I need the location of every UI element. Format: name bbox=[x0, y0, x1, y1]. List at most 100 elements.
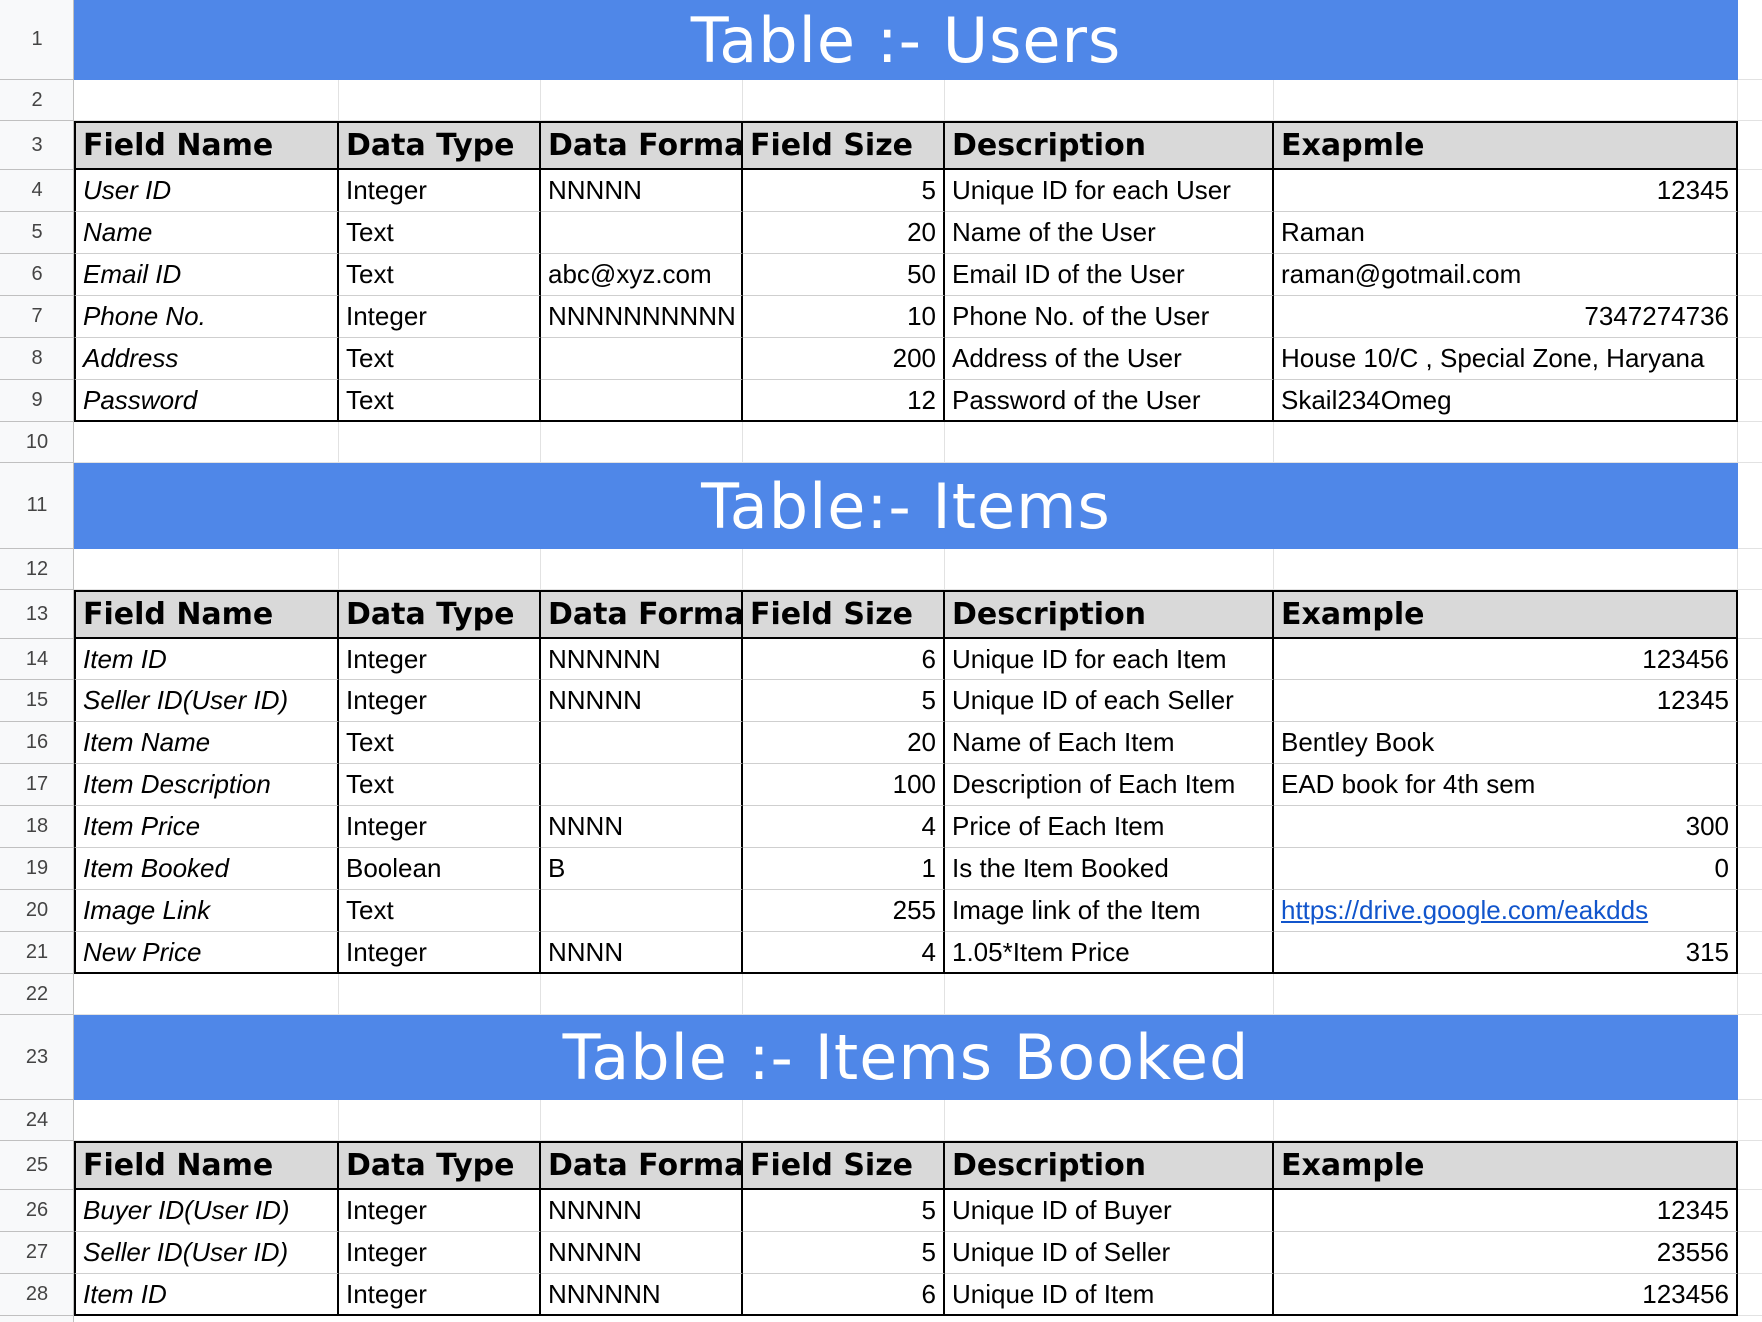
header-cell[interactable]: Exapmle bbox=[1274, 121, 1738, 170]
table-cell[interactable]: abc@xyz.com bbox=[541, 254, 743, 296]
header-cell[interactable]: Field Size bbox=[743, 590, 945, 639]
empty-cell[interactable] bbox=[1738, 1274, 1762, 1316]
table-cell[interactable]: 200 bbox=[743, 338, 945, 380]
empty-cell[interactable] bbox=[74, 422, 339, 463]
empty-cell[interactable] bbox=[743, 549, 945, 590]
header-cell[interactable]: Data Type bbox=[339, 121, 541, 170]
header-cell[interactable]: Description bbox=[945, 1141, 1274, 1190]
row-number[interactable]: 12 bbox=[0, 549, 74, 590]
table-cell[interactable]: Item ID bbox=[74, 639, 339, 680]
table-cell[interactable]: Skail234Omeg bbox=[1274, 380, 1738, 422]
row-number[interactable]: 5 bbox=[0, 212, 74, 254]
row-number[interactable]: 27 bbox=[0, 1232, 74, 1274]
empty-cell[interactable] bbox=[743, 80, 945, 121]
table-cell[interactable]: Unique ID for each User bbox=[945, 170, 1274, 212]
header-cell[interactable]: Field Size bbox=[743, 121, 945, 170]
table-cell[interactable]: Integer bbox=[339, 1190, 541, 1232]
table-cell[interactable]: 0 bbox=[1274, 848, 1738, 890]
row-number[interactable]: 8 bbox=[0, 338, 74, 380]
table-cell[interactable]: Item Name bbox=[74, 722, 339, 764]
table-cell[interactable]: NNNN bbox=[541, 932, 743, 974]
table-cell[interactable]: EAD book for 4th sem bbox=[1274, 764, 1738, 806]
table-cell[interactable]: New Price bbox=[74, 932, 339, 974]
empty-cell[interactable] bbox=[339, 80, 541, 121]
table-cell[interactable]: 4 bbox=[743, 806, 945, 848]
empty-cell[interactable] bbox=[1274, 1100, 1738, 1141]
table-cell[interactable]: NNNNN bbox=[541, 1232, 743, 1274]
empty-cell[interactable] bbox=[945, 1100, 1274, 1141]
table-cell[interactable]: 255 bbox=[743, 890, 945, 932]
table-cell[interactable]: 5 bbox=[743, 1190, 945, 1232]
table-cell[interactable] bbox=[541, 380, 743, 422]
row-number[interactable]: 21 bbox=[0, 932, 74, 974]
table-cell[interactable]: Text bbox=[339, 212, 541, 254]
empty-cell[interactable] bbox=[1738, 639, 1762, 680]
empty-cell[interactable] bbox=[1738, 722, 1762, 764]
table-cell[interactable]: Unique ID of Seller bbox=[945, 1232, 1274, 1274]
header-cell[interactable]: Data Type bbox=[339, 1141, 541, 1190]
table-cell[interactable]: Item Description bbox=[74, 764, 339, 806]
table-cell[interactable]: Text bbox=[339, 890, 541, 932]
table-cell[interactable]: Integer bbox=[339, 639, 541, 680]
table-cell[interactable]: 100 bbox=[743, 764, 945, 806]
table-cell[interactable]: 300 bbox=[1274, 806, 1738, 848]
table-cell[interactable]: Text bbox=[339, 722, 541, 764]
table-cell[interactable] bbox=[541, 212, 743, 254]
header-cell[interactable]: Data Type bbox=[339, 590, 541, 639]
row-number[interactable]: 25 bbox=[0, 1141, 74, 1190]
empty-cell[interactable] bbox=[1738, 422, 1762, 463]
row-number[interactable]: 7 bbox=[0, 296, 74, 338]
empty-cell[interactable] bbox=[541, 80, 743, 121]
empty-cell[interactable] bbox=[541, 974, 743, 1015]
table-cell[interactable] bbox=[541, 890, 743, 932]
table-cell[interactable]: Description of Each Item bbox=[945, 764, 1274, 806]
table-cell[interactable]: Buyer ID(User ID) bbox=[74, 1190, 339, 1232]
table-cell[interactable]: Unique ID of Buyer bbox=[945, 1190, 1274, 1232]
row-number[interactable]: 18 bbox=[0, 806, 74, 848]
row-number[interactable]: 19 bbox=[0, 848, 74, 890]
table-cell[interactable]: 5 bbox=[743, 680, 945, 722]
empty-cell[interactable] bbox=[1738, 974, 1762, 1015]
empty-cell[interactable] bbox=[74, 549, 339, 590]
table-cell[interactable] bbox=[541, 722, 743, 764]
table-cell[interactable]: 6 bbox=[743, 639, 945, 680]
table-cell[interactable]: Unique ID of Item bbox=[945, 1274, 1274, 1316]
table-cell[interactable]: Integer bbox=[339, 806, 541, 848]
table-cell[interactable]: 12345 bbox=[1274, 1190, 1738, 1232]
header-cell[interactable]: Data Format bbox=[541, 590, 743, 639]
empty-cell[interactable] bbox=[1738, 338, 1762, 380]
table-cell[interactable]: Unique ID of each Seller bbox=[945, 680, 1274, 722]
table-cell[interactable]: Raman bbox=[1274, 212, 1738, 254]
table-cell[interactable]: 1.05*Item Price bbox=[945, 932, 1274, 974]
table-cell[interactable]: Email ID of the User bbox=[945, 254, 1274, 296]
banner-edge-cell[interactable] bbox=[1738, 1015, 1762, 1100]
table-cell[interactable]: 1 bbox=[743, 848, 945, 890]
table-cell[interactable]: Name of Each Item bbox=[945, 722, 1274, 764]
empty-cell[interactable] bbox=[1738, 932, 1762, 974]
table-cell[interactable]: User ID bbox=[74, 170, 339, 212]
table-cell[interactable]: NNNNN bbox=[541, 1190, 743, 1232]
table-cell[interactable]: Integer bbox=[339, 170, 541, 212]
table-cell[interactable]: 5 bbox=[743, 1232, 945, 1274]
table-cell[interactable]: 12 bbox=[743, 380, 945, 422]
table-cell[interactable]: Phone No. bbox=[74, 296, 339, 338]
table-cell[interactable]: Integer bbox=[339, 296, 541, 338]
table-cell[interactable]: Phone No. of the User bbox=[945, 296, 1274, 338]
row-number[interactable]: 14 bbox=[0, 639, 74, 680]
row-number[interactable]: 24 bbox=[0, 1100, 74, 1141]
table-cell[interactable]: Integer bbox=[339, 1232, 541, 1274]
table-cell[interactable]: raman@gotmail.com bbox=[1274, 254, 1738, 296]
table-cell[interactable]: NNNNNN bbox=[541, 639, 743, 680]
table-cell[interactable]: 20 bbox=[743, 722, 945, 764]
table-cell[interactable]: Integer bbox=[339, 680, 541, 722]
empty-cell[interactable] bbox=[1738, 1100, 1762, 1141]
empty-cell[interactable] bbox=[945, 80, 1274, 121]
row-number[interactable]: 2 bbox=[0, 80, 74, 121]
empty-cell[interactable] bbox=[339, 1100, 541, 1141]
empty-cell[interactable] bbox=[1274, 80, 1738, 121]
empty-cell[interactable] bbox=[945, 422, 1274, 463]
table-cell[interactable]: 12345 bbox=[1274, 170, 1738, 212]
table-cell[interactable]: 4 bbox=[743, 932, 945, 974]
empty-cell[interactable] bbox=[1738, 549, 1762, 590]
table-cell[interactable]: NNNNN bbox=[541, 170, 743, 212]
